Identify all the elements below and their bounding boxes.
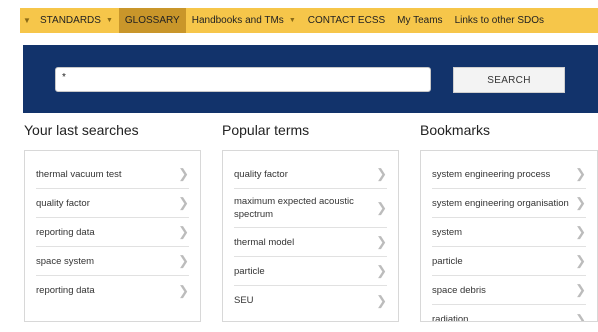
list-item[interactable]: thermal vacuum test ❯ xyxy=(36,160,189,189)
popular-terms-list: quality factor ❯ maximum expected acousti… xyxy=(222,150,399,322)
nav-label: My Teams xyxy=(397,15,443,26)
chevron-right-icon: ❯ xyxy=(376,263,387,278)
nav-label: Handbooks and TMs xyxy=(191,15,284,26)
nav-handbooks[interactable]: Handbooks and TMs ▼ xyxy=(186,8,302,33)
chevron-right-icon: ❯ xyxy=(575,195,586,210)
list-item-label: system xyxy=(432,226,463,238)
list-item[interactable]: reporting data ❯ xyxy=(36,276,189,305)
chevron-right-icon: ❯ xyxy=(178,282,189,298)
list-item-label: reporting data xyxy=(36,226,95,238)
main-nav: ▼ STANDARDS ▼ GLOSSARY Handbooks and TMs… xyxy=(20,8,598,33)
list-item-label: quality factor xyxy=(234,168,288,180)
list-item[interactable]: space system ❯ xyxy=(36,247,189,276)
chevron-right-icon: ❯ xyxy=(178,195,189,210)
list-item[interactable]: quality factor ❯ xyxy=(36,189,189,218)
list-item-label: particle xyxy=(432,255,463,267)
nav-links-sdos[interactable]: Links to other SDOs xyxy=(449,8,550,33)
list-item-label: thermal vacuum test xyxy=(36,168,122,180)
chevron-right-icon: ❯ xyxy=(376,166,387,181)
list-item[interactable]: system engineering organisation ❯ xyxy=(432,189,586,218)
list-item[interactable]: space debris ❯ xyxy=(432,276,586,305)
chevron-right-icon: ❯ xyxy=(376,200,387,215)
list-item[interactable]: quality factor ❯ xyxy=(234,160,387,189)
list-item-label: space system xyxy=(36,255,95,267)
chevron-right-icon: ❯ xyxy=(575,253,586,268)
list-item-label: particle xyxy=(234,265,265,277)
list-item[interactable]: particle ❯ xyxy=(432,247,586,276)
last-searches-list: thermal vacuum test ❯ quality factor ❯ rep… xyxy=(24,150,201,322)
list-item[interactable]: system ❯ xyxy=(432,218,586,247)
popular-terms-title: Popular terms xyxy=(222,122,310,138)
list-item-label: SEU xyxy=(234,295,254,306)
chevron-right-icon: ❯ xyxy=(575,311,586,322)
list-item[interactable]: system engineering process ❯ xyxy=(432,160,586,189)
list-item-label: thermal model xyxy=(234,236,295,248)
bookmarks-list: system engineering process ❯ system engin… xyxy=(420,150,598,322)
chevron-right-icon: ❯ xyxy=(178,253,189,268)
bookmarks-title: Bookmarks xyxy=(420,122,491,138)
list-item[interactable]: maximum expected acoustic spectrum ❯ xyxy=(234,189,387,228)
chevron-right-icon: ❯ xyxy=(575,166,586,181)
chevron-down-icon[interactable]: ▼ xyxy=(20,16,34,25)
chevron-right-icon: ❯ xyxy=(376,234,387,249)
list-item-label: space debris xyxy=(432,284,486,296)
nav-contact[interactable]: CONTACT ECSS xyxy=(302,8,391,33)
list-item[interactable]: particle ❯ xyxy=(234,257,387,286)
list-item[interactable]: radiation ❯ xyxy=(432,305,586,322)
list-item-label: reporting data xyxy=(36,285,95,296)
last-searches-title: Your last searches xyxy=(24,122,139,138)
chevron-right-icon: ❯ xyxy=(178,166,189,181)
chevron-right-icon: ❯ xyxy=(575,224,586,239)
nav-label: CONTACT ECSS xyxy=(307,15,386,26)
chevron-right-icon: ❯ xyxy=(178,224,189,239)
list-item-label: maximum expected acoustic spectrum xyxy=(234,196,354,220)
nav-label: GLOSSARY xyxy=(124,15,180,26)
chevron-down-icon: ▼ xyxy=(105,17,113,24)
search-banner: * SEARCH xyxy=(23,45,598,113)
nav-label: Links to other SDOs xyxy=(454,15,545,26)
search-input[interactable]: * xyxy=(55,67,431,92)
list-item-label: system engineering organisation xyxy=(432,197,569,209)
search-button[interactable]: SEARCH xyxy=(453,67,565,93)
list-item-label: quality factor xyxy=(36,197,90,209)
chevron-down-icon: ▼ xyxy=(288,17,296,24)
list-item[interactable]: SEU ❯ xyxy=(234,286,387,315)
list-item-label: radiation xyxy=(432,314,469,322)
chevron-right-icon: ❯ xyxy=(575,282,586,297)
nav-standards[interactable]: STANDARDS ▼ xyxy=(34,8,119,33)
nav-glossary[interactable]: GLOSSARY xyxy=(118,8,186,33)
chevron-right-icon: ❯ xyxy=(376,292,387,308)
nav-my-teams[interactable]: My Teams xyxy=(391,8,448,33)
list-item[interactable]: thermal model ❯ xyxy=(234,228,387,257)
list-item[interactable]: reporting data ❯ xyxy=(36,218,189,247)
nav-label: STANDARDS xyxy=(40,15,101,26)
list-item-label: system engineering process xyxy=(432,168,551,180)
